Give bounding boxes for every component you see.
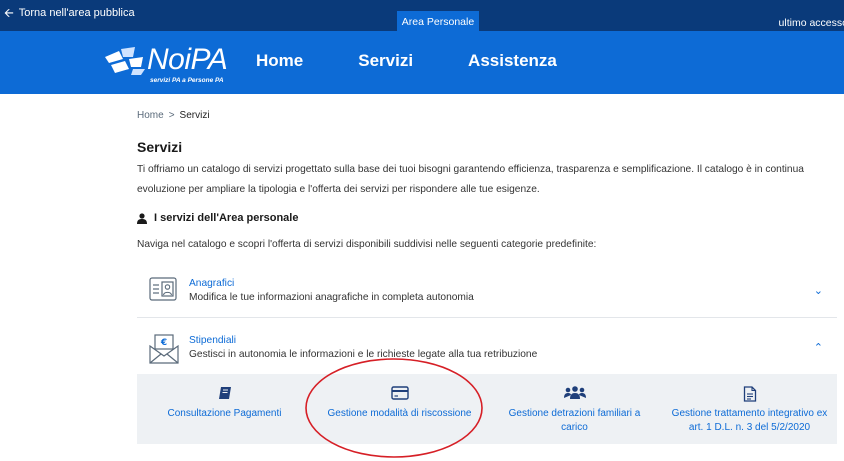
breadcrumb-separator: > (168, 110, 175, 121)
svg-text:€: € (160, 338, 167, 348)
breadcrumb: Home > Servizi (137, 110, 210, 121)
tab-area-personale[interactable]: Area Personale (397, 11, 479, 33)
breadcrumb-current: Servizi (179, 110, 210, 121)
service-label: Gestione trattamento integrativo ex art.… (671, 408, 828, 433)
service-label: Gestione detrazioni familiari a carico (508, 408, 641, 433)
chevron-down-icon[interactable]: ⌄ (814, 284, 823, 297)
breadcrumb-home[interactable]: Home (137, 110, 164, 121)
users-icon (563, 386, 586, 399)
logo-text: NoiPA (147, 43, 228, 76)
back-link-label: Torna nell'area pubblica (18, 7, 135, 19)
category-name: Anagrafici (189, 278, 235, 289)
intro-paragraph: Ti offriamo un catalogo di servizi proge… (137, 164, 804, 195)
user-icon (137, 212, 147, 224)
back-to-public-area-link[interactable]: 🡨 Torna nell'area pubblica (4, 7, 135, 19)
category-description: Modifica le tue informazioni anagrafiche… (189, 292, 474, 303)
noipa-logo[interactable]: NoiPA servizi PA a Persone PA (105, 41, 245, 87)
service-gestione-trattamento-integrativo[interactable]: Gestione trattamento integrativo ex art.… (662, 374, 837, 444)
section-heading-label: I servizi dell'Area personale (154, 212, 299, 224)
service-gestione-detrazioni-familiari[interactable]: Gestione detrazioni familiari a carico (487, 374, 662, 444)
service-gestione-modalita-riscossione[interactable]: Gestione modalità di riscossione (312, 374, 487, 444)
page-title: Servizi (137, 139, 183, 155)
category-name: Stipendiali (189, 335, 237, 346)
category-stipendiali[interactable]: € Stipendiali Gestisci in autonomia le i… (137, 325, 837, 375)
category-anagrafici[interactable]: Anagrafici Modifica le tue informazioni … (137, 268, 837, 318)
credit-card-icon (390, 386, 409, 400)
nav-home[interactable]: Home (256, 51, 303, 71)
top-bar: 🡨 Torna nell'area pubblica Area Personal… (0, 0, 844, 33)
services-row: Consultazione Pagamenti Gestione modalit… (137, 374, 837, 444)
last-access-text: ultimo accesso (778, 17, 844, 29)
section-description: Naviga nel catalogo e scopri l'offerta d… (137, 239, 597, 250)
nav-servizi[interactable]: Servizi (358, 51, 413, 71)
service-label: Consultazione Pagamenti (167, 408, 282, 419)
section-heading: I servizi dell'Area personale (137, 212, 298, 224)
category-description: Gestisci in autonomia le informazioni e … (189, 349, 538, 360)
book-icon (218, 387, 231, 399)
service-consultazione-pagamenti[interactable]: Consultazione Pagamenti (137, 374, 312, 444)
payslip-envelope-icon: € (149, 334, 179, 364)
id-card-icon (149, 277, 177, 301)
logo-mark-icon (105, 47, 145, 75)
logo-subtitle: servizi PA a Persone PA (150, 77, 224, 84)
chevron-up-icon[interactable]: ⌃ (814, 341, 823, 354)
nav-assistenza[interactable]: Assistenza (468, 51, 557, 71)
service-label: Gestione modalità di riscossione (327, 408, 472, 419)
main-nav: Home Servizi Assistenza (256, 51, 612, 71)
site-header: NoiPA servizi PA a Persone PA Home Servi… (0, 31, 844, 94)
arrow-left-icon: 🡨 (4, 6, 14, 20)
document-icon (743, 386, 756, 402)
